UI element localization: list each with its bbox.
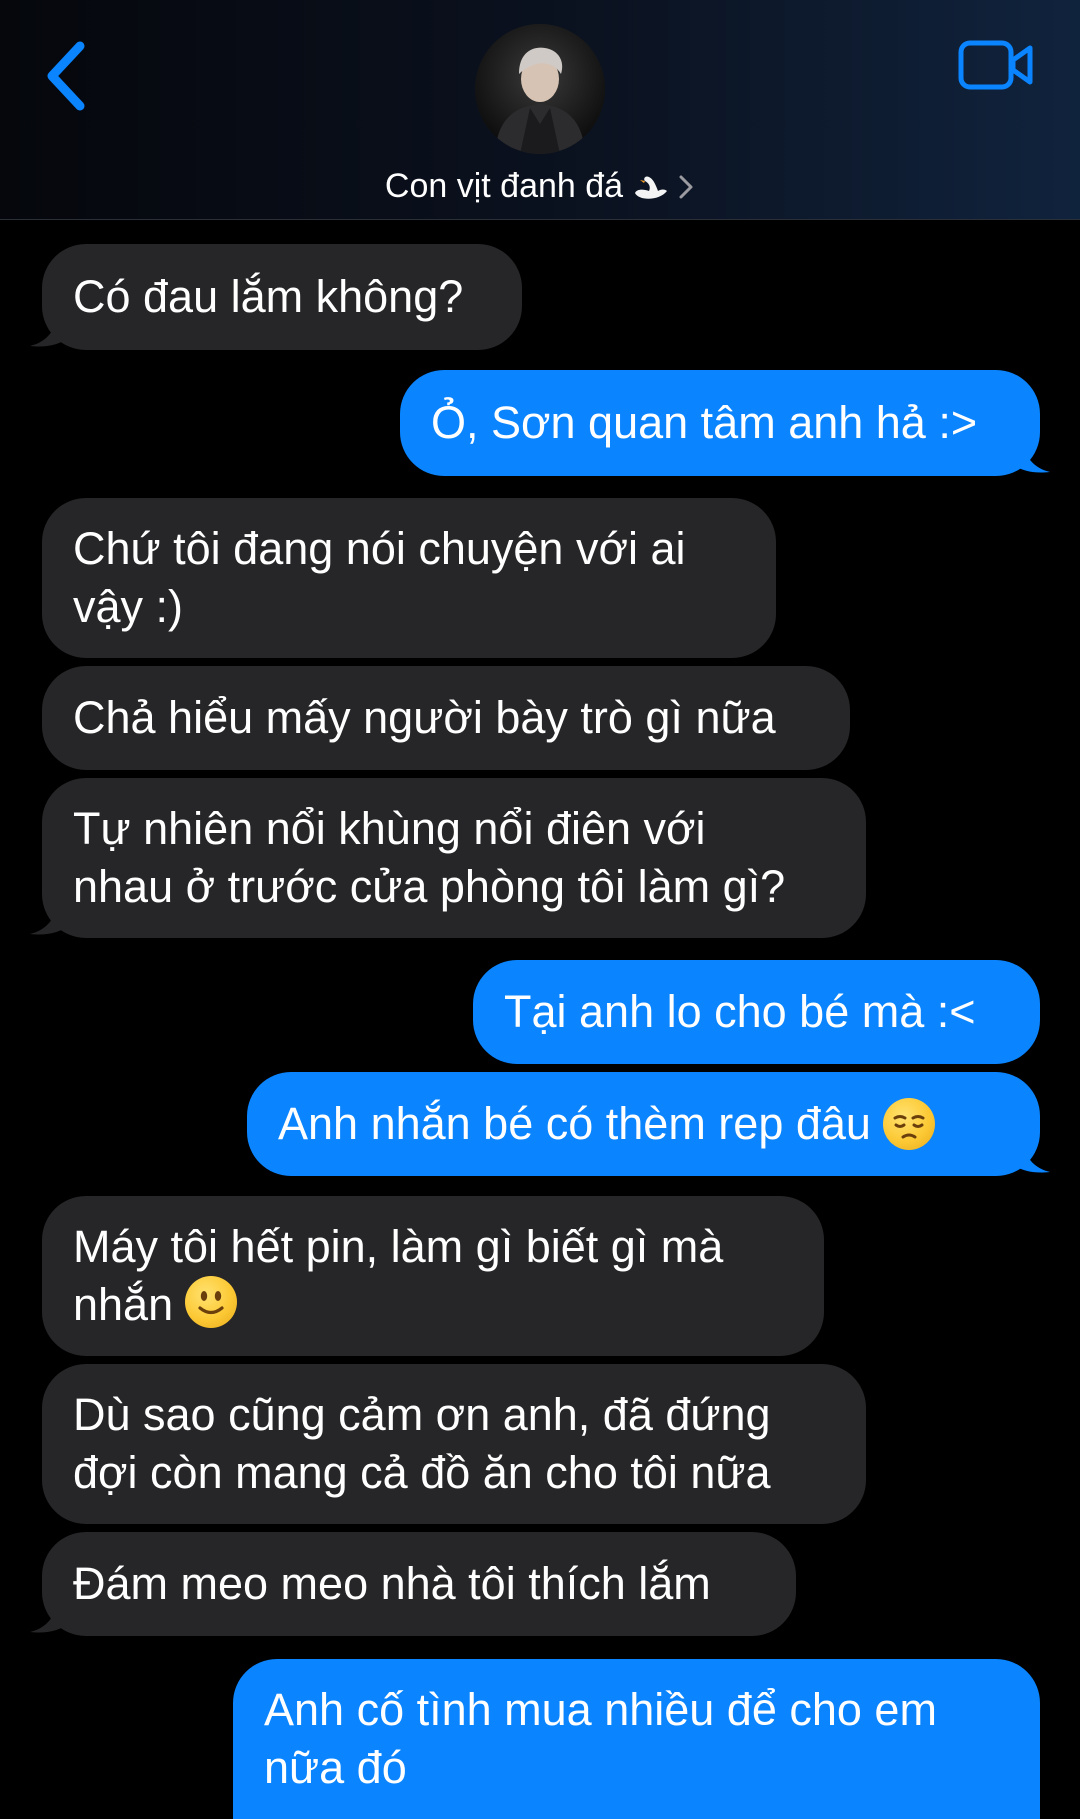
message-bubble-sent[interactable]: Ỏ, Sơn quan tâm anh hả :>	[400, 370, 1040, 476]
message-text-line: Anh cố tình mua nhiều để cho em	[264, 1684, 937, 1735]
message-bubble-received[interactable]: Đám meo meo nhà tôi thích lắm	[42, 1532, 796, 1636]
message-text-line: Máy tôi hết pin, làm gì biết gì mà	[73, 1221, 724, 1272]
message-text: Ỏ, Sơn quan tâm anh hả :>	[431, 397, 978, 448]
contact-name: Con vịt đanh đá	[384, 167, 624, 205]
message-text-line: vậy :)	[73, 581, 184, 632]
message-bubble-received[interactable]: Có đau lắm không?	[42, 244, 522, 350]
message-bubble-received[interactable]: Dù sao cũng cảm ơn anh, đã đứng đợi còn …	[42, 1364, 866, 1524]
message-bubble-sent[interactable]: Anh nhắn bé có thèm rep đâu	[247, 1072, 1040, 1176]
chevron-right-icon	[677, 170, 695, 210]
message-text: Có đau lắm không?	[73, 271, 464, 322]
bubble-tail	[1012, 1136, 1050, 1173]
chevron-left-icon	[47, 41, 85, 111]
avatar-photo	[475, 24, 605, 154]
bubble-tail	[1012, 436, 1050, 473]
message-bubble-received[interactable]: Tự nhiên nổi khùng nổi điên với nhau ở t…	[42, 778, 866, 938]
contact-avatar[interactable]	[475, 24, 605, 154]
message-bubble-received[interactable]: Máy tôi hết pin, làm gì biết gì mà nhắn	[42, 1196, 824, 1356]
bubble-tail	[30, 1596, 68, 1633]
message-text: Đám meo meo nhà tôi thích lắm	[73, 1558, 711, 1609]
message-text: Chả hiểu mấy người bày trò gì nữa	[73, 692, 776, 743]
message-text: Anh nhắn bé có thèm rep đâu	[278, 1098, 871, 1149]
message-text-line: nữa đó	[264, 1742, 407, 1793]
message-text-line: Dù sao cũng cảm ơn anh, đã đứng	[73, 1389, 771, 1440]
video-camera-icon	[958, 40, 1033, 90]
message-text-line: Chứ tôi đang nói chuyện với ai	[73, 523, 686, 574]
message-text: Tại anh lo cho bé mà :<	[504, 986, 976, 1037]
slightly-smiling-face-emoji	[185, 1276, 238, 1328]
contact-name-button[interactable]: Con vịt đanh đá	[0, 166, 1080, 212]
message-bubble-received[interactable]: Chứ tôi đang nói chuyện với ai vậy :)	[42, 498, 776, 658]
message-text: nhắn	[73, 1279, 174, 1330]
message-text-line-2: nhắn	[73, 1276, 238, 1334]
message-text-line: đợi còn mang cả đồ ăn cho tôi nữa	[73, 1447, 771, 1498]
message-text-line: Tự nhiên nổi khùng nổi điên với	[73, 803, 706, 854]
conversation-header: Con vịt đanh đá	[0, 0, 1080, 220]
message-bubble-received[interactable]: Chả hiểu mấy người bày trò gì nữa	[42, 666, 850, 770]
swan-icon	[631, 171, 671, 212]
bubble-tail	[30, 310, 68, 347]
pensive-face-emoji	[882, 1098, 935, 1150]
message-bubble-sent[interactable]: Anh cố tình mua nhiều để cho em nữa đó	[233, 1659, 1040, 1819]
bubble-tail	[30, 898, 68, 935]
back-button[interactable]	[40, 38, 100, 114]
message-bubble-sent[interactable]: Tại anh lo cho bé mà :<	[473, 960, 1040, 1064]
video-call-button[interactable]	[958, 40, 1034, 90]
message-text-line: nhau ở trước cửa phòng tôi làm gì?	[73, 861, 786, 912]
